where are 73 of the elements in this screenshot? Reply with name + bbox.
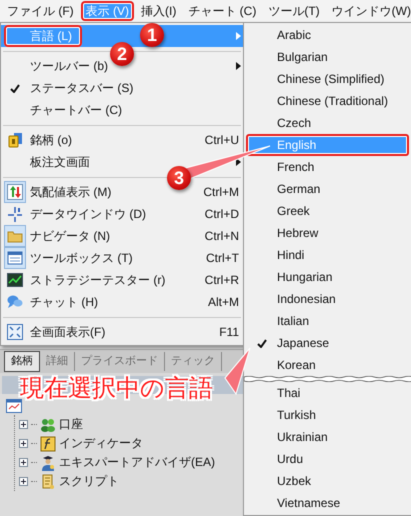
language-item[interactable]: Czech — [246, 112, 409, 134]
tab[interactable]: 銘柄 — [4, 351, 40, 372]
language-item[interactable]: German — [246, 178, 409, 200]
language-item[interactable]: Greek — [246, 200, 409, 222]
menu-item[interactable]: データウインドウ (D) Ctrl+D — [1, 203, 243, 225]
menu-item-label: チャートバー (C) — [29, 102, 122, 118]
scroll-icon — [40, 474, 56, 490]
menu-item-label: 言語 (L) — [29, 28, 72, 44]
menu-item-label: 板注文画面 — [29, 154, 90, 170]
expand-icon[interactable] — [19, 477, 28, 486]
language-item[interactable]: Korean — [246, 354, 409, 376]
shortcut-label: Alt+M — [208, 295, 240, 309]
expand-icon[interactable] — [19, 439, 28, 448]
window-icon — [6, 398, 22, 414]
menu-item-label: 銘柄 (o) — [29, 132, 72, 148]
people-icon — [40, 416, 56, 432]
language-item[interactable]: Chinese (Simplified) — [246, 68, 409, 90]
menu-item[interactable]: ストラテジーテスター (r) Ctrl+R — [1, 269, 243, 291]
expand-icon[interactable] — [19, 420, 28, 429]
shortcut-label: Ctrl+M — [203, 185, 240, 199]
tree-item[interactable]: エキスパートアドバイザ(EA) — [59, 454, 215, 471]
tree-item[interactable]: インディケータ — [59, 435, 143, 452]
menu-item[interactable]: チャートバー (C) — [1, 99, 243, 121]
menu-item[interactable]: ステータスバー (S) — [1, 77, 243, 99]
language-item[interactable]: Thai — [246, 382, 409, 404]
function-box-icon — [40, 436, 56, 452]
menu-item-label: ツールボックス (T) — [29, 250, 133, 266]
tree-item[interactable]: スクリプト — [59, 473, 119, 490]
language-item[interactable]: Hebrew — [246, 222, 409, 244]
callout-arrow — [224, 346, 252, 396]
language-item[interactable]: Ukrainian — [246, 426, 409, 448]
menu-item-label: ステータスバー (S) — [29, 80, 134, 96]
language-item[interactable]: Hindi — [246, 244, 409, 266]
menu-bar-item[interactable]: ウインドウ(W) — [326, 1, 411, 21]
menu-bar-item[interactable]: ファイル (F) — [2, 1, 79, 21]
menu-item-label: 気配値表示 (M) — [29, 184, 112, 200]
menu-bar-item[interactable]: ツール(T) — [263, 1, 325, 21]
shortcut-label: Ctrl+N — [204, 229, 240, 243]
language-item[interactable]: Vietnamese — [246, 492, 409, 514]
language-item[interactable]: Arabic — [246, 24, 409, 46]
tab[interactable]: ティック — [165, 352, 222, 371]
language-item[interactable]: Uzbek — [246, 470, 409, 492]
language-item[interactable]: Italian — [246, 310, 409, 332]
menu-bar-item[interactable]: チャート (C) — [183, 1, 262, 21]
person-icon — [40, 454, 56, 470]
tree-item[interactable]: 口座 — [59, 416, 83, 433]
menu-item[interactable]: 銘柄 (o) Ctrl+U — [1, 129, 243, 151]
menu-item[interactable]: ナビゲータ (N) Ctrl+N — [1, 225, 243, 247]
language-item[interactable]: Indonesian — [246, 288, 409, 310]
shortcut-label: Ctrl+D — [204, 207, 240, 221]
shortcut-label: F11 — [219, 325, 240, 339]
menu-item-label: ナビゲータ (N) — [29, 228, 110, 244]
menu-item-label: ツールバー (b) — [29, 58, 108, 74]
shortcut-label: Ctrl+T — [206, 251, 240, 265]
menu-item[interactable]: 全画面表示(F) F11 — [1, 321, 243, 343]
language-item[interactable]: Urdu — [246, 448, 409, 470]
menu-item-label: データウインドウ (D) — [29, 206, 146, 222]
menu-bar-item[interactable]: 挿入(I) — [136, 1, 182, 21]
language-item[interactable]: Bulgarian — [246, 46, 409, 68]
language-item[interactable]: Hungarian — [246, 266, 409, 288]
language-item[interactable]: French — [246, 156, 409, 178]
expand-icon[interactable] — [19, 458, 28, 467]
menu-item[interactable]: チャット (H) Alt+M — [1, 291, 243, 313]
menu-item-label: ストラテジーテスター (r) — [29, 272, 166, 288]
menu-item[interactable]: ツールボックス (T) Ctrl+T — [1, 247, 243, 269]
menu-item-label: チャット (H) — [29, 294, 98, 310]
language-item[interactable]: Turkish — [246, 404, 409, 426]
language-item[interactable]: Chinese (Traditional) — [246, 90, 409, 112]
language-item[interactable]: Japanese — [246, 332, 409, 354]
menu-item-label: 全画面表示(F) — [29, 324, 106, 340]
shortcut-label: Ctrl+R — [204, 273, 240, 287]
shortcut-label: Ctrl+U — [204, 133, 240, 147]
annotation-label: 現在選択中の言語 — [20, 374, 213, 404]
